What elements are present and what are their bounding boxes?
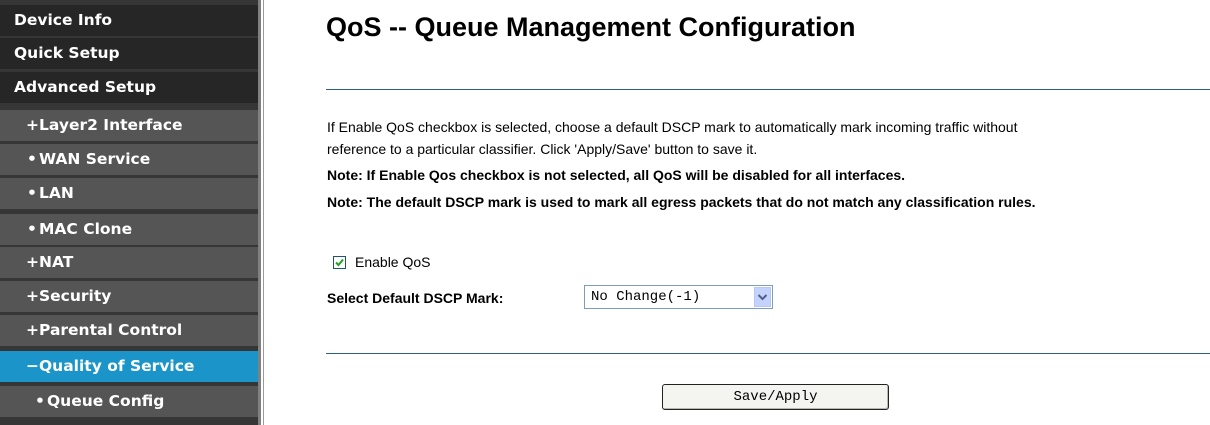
sidebar-item-label: Advanced Setup bbox=[14, 78, 157, 96]
collapse-minus-icon: − bbox=[26, 357, 39, 375]
sidebar-item-label: Quality of Service bbox=[39, 357, 195, 375]
sidebar-item-lan[interactable]: • LAN bbox=[0, 178, 258, 209]
expand-plus-icon: + bbox=[26, 253, 39, 271]
top-divider bbox=[326, 89, 1210, 90]
sidebar-item-parental-control[interactable]: +Parental Control bbox=[0, 315, 258, 346]
sidebar-item-quick-setup[interactable]: Quick Setup bbox=[0, 38, 258, 69]
sidebar-item-label: NAT bbox=[39, 253, 74, 271]
description-line-1: If Enable QoS checkbox is selected, choo… bbox=[327, 119, 1018, 135]
page-title: QoS -- Queue Management Configuration bbox=[326, 12, 856, 42]
sidebar-item-nat[interactable]: +NAT bbox=[0, 247, 258, 278]
sidebar-item-security[interactable]: +Security bbox=[0, 281, 258, 312]
bullet-icon: • bbox=[27, 150, 37, 168]
bottom-divider bbox=[326, 353, 1210, 354]
sidebar-item-mac-clone[interactable]: • MAC Clone bbox=[0, 214, 258, 245]
sidebar-divider bbox=[258, 0, 261, 425]
dscp-mark-select[interactable]: No Change(-1) bbox=[584, 285, 773, 309]
sidebar-item-label: WAN Service bbox=[39, 150, 151, 168]
save-apply-button[interactable]: Save/Apply bbox=[662, 384, 889, 410]
sidebar-divider-line bbox=[263, 0, 264, 425]
enable-qos-label[interactable]: Enable QoS bbox=[355, 254, 431, 270]
expand-plus-icon: + bbox=[26, 321, 39, 339]
sidebar-item-label: LAN bbox=[39, 184, 74, 202]
sidebar-item-wan-service[interactable]: • WAN Service bbox=[0, 144, 258, 175]
sidebar-item-advanced-setup[interactable]: Advanced Setup bbox=[0, 72, 258, 103]
expand-plus-icon: + bbox=[26, 116, 39, 134]
description-line-2: reference to a particular classifier. Cl… bbox=[327, 141, 758, 157]
dscp-selected-value: No Change(-1) bbox=[591, 289, 701, 305]
note-qos-disabled: Note: If Enable Qos checkbox is not sele… bbox=[327, 167, 906, 183]
sidebar-item-label: MAC Clone bbox=[39, 220, 133, 238]
sidebar-item-label: Quick Setup bbox=[14, 44, 120, 62]
bullet-icon: • bbox=[27, 220, 37, 238]
sidebar-item-label: Queue Config bbox=[47, 392, 165, 410]
sidebar-item-label: Parental Control bbox=[39, 321, 183, 339]
chevron-down-icon bbox=[757, 294, 768, 301]
enable-qos-checkbox[interactable] bbox=[333, 256, 346, 269]
expand-plus-icon: + bbox=[26, 287, 39, 305]
sidebar-item-quality-of-service[interactable]: −Quality of Service bbox=[0, 351, 258, 382]
sidebar-nav: Device Info Quick Setup Advanced Setup +… bbox=[0, 0, 258, 425]
checkmark-icon bbox=[335, 258, 344, 267]
sidebar-item-label: Layer2 Interface bbox=[39, 116, 183, 134]
sidebar-item-layer2-interface[interactable]: +Layer2 Interface bbox=[0, 110, 258, 141]
dscp-mark-label: Select Default DSCP Mark: bbox=[327, 290, 504, 306]
bullet-icon: • bbox=[35, 392, 45, 410]
sidebar-item-queue-config[interactable]: • Queue Config bbox=[0, 386, 258, 417]
dropdown-button[interactable] bbox=[754, 287, 771, 307]
sidebar-item-label: Security bbox=[39, 287, 112, 305]
sidebar-item-device-info[interactable]: Device Info bbox=[0, 5, 258, 36]
bullet-icon: • bbox=[27, 184, 37, 202]
note-default-dscp: Note: The default DSCP mark is used to m… bbox=[327, 194, 1036, 210]
sidebar-item-label: Device Info bbox=[14, 11, 113, 29]
